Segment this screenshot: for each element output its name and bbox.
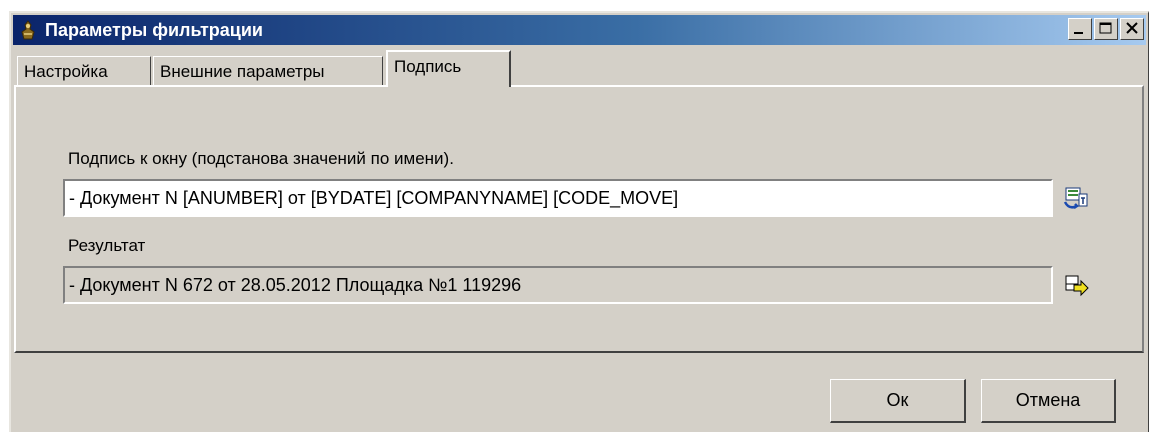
close-button[interactable] bbox=[1120, 18, 1144, 40]
app-icon bbox=[17, 19, 39, 41]
tab-panel-caption: Подпись к окну (подстанова значений по и… bbox=[14, 85, 1144, 353]
minimize-icon bbox=[1074, 32, 1083, 34]
tab-settings[interactable]: Настройка bbox=[17, 56, 151, 86]
apply-arrow-icon[interactable] bbox=[1063, 273, 1089, 299]
result-field-value: - Документ N 672 от 28.05.2012 Площадка … bbox=[69, 274, 522, 295]
close-icon bbox=[1126, 22, 1138, 34]
ok-button-label: Ок bbox=[886, 390, 909, 410]
tab-label: Внешние параметры bbox=[160, 61, 325, 81]
minimize-button[interactable] bbox=[1068, 18, 1092, 40]
caption-label: Подпись к окну (подстанова значений по и… bbox=[68, 149, 454, 168]
tab-label: Подпись bbox=[394, 56, 462, 76]
maximize-button[interactable] bbox=[1094, 18, 1118, 40]
window-title: Параметры фильтрации bbox=[45, 19, 263, 40]
result-label: Результат bbox=[68, 236, 146, 255]
caption-input[interactable]: - Документ N [ANUMBER] от [BYDATE] [COMP… bbox=[63, 179, 1053, 217]
result-field: - Документ N 672 от 28.05.2012 Площадка … bbox=[63, 266, 1053, 304]
caption-input-value: - Документ N [ANUMBER] от [BYDATE] [COMP… bbox=[69, 187, 679, 208]
ok-button[interactable]: Ок bbox=[830, 379, 966, 423]
cancel-button[interactable]: Отмена bbox=[981, 379, 1116, 423]
cancel-button-label: Отмена bbox=[1015, 390, 1081, 410]
button-bar: Ок Отмена bbox=[11, 357, 1148, 434]
insert-field-icon[interactable] bbox=[1063, 186, 1089, 212]
tab-external-params[interactable]: Внешние параметры bbox=[153, 56, 383, 86]
dialog-window: Параметры фильтрации Настройка Внешние п… bbox=[9, 11, 1149, 432]
title-bar[interactable]: Параметры фильтрации bbox=[13, 15, 1146, 45]
tab-label: Настройка bbox=[24, 61, 108, 81]
maximize-icon bbox=[1099, 22, 1112, 34]
tab-caption[interactable]: Подпись bbox=[386, 50, 511, 87]
